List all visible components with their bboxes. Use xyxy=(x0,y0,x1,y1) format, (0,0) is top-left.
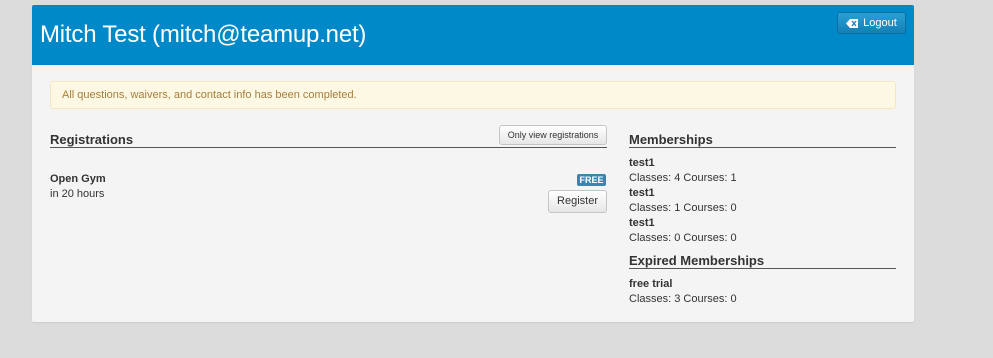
expired-membership-detail: Classes: 3 Courses: 0 xyxy=(629,293,737,305)
registration-time: in 20 hours xyxy=(50,188,105,200)
membership-name: test1 xyxy=(629,157,655,169)
registrations-divider xyxy=(50,147,607,148)
membership-name: test1 xyxy=(629,217,655,229)
membership-detail: Classes: 4 Courses: 1 xyxy=(629,172,737,184)
backspace-x-icon xyxy=(846,18,859,28)
expired-membership-name: free trial xyxy=(629,278,673,290)
completion-notice: All questions, waivers, and contact info… xyxy=(50,81,896,109)
membership-name: test1 xyxy=(629,187,655,199)
registration-name: Open Gym xyxy=(50,173,106,185)
account-header: Mitch Test (mitch@teamup.net) Logout xyxy=(32,5,914,65)
page-title: Mitch Test (mitch@teamup.net) xyxy=(40,21,367,48)
memberships-divider xyxy=(629,147,896,148)
logout-label: Logout xyxy=(863,17,897,29)
registrations-title: Registrations xyxy=(50,132,134,147)
memberships-title: Memberships xyxy=(629,132,713,147)
only-view-registrations-button[interactable]: Only view registrations xyxy=(499,125,607,145)
logout-button[interactable]: Logout xyxy=(837,12,906,34)
free-badge: FREE xyxy=(577,174,606,186)
account-panel: Mitch Test (mitch@teamup.net) Logout All… xyxy=(32,5,914,322)
register-button[interactable]: Register xyxy=(548,190,607,213)
expired-memberships-divider xyxy=(629,268,896,269)
expired-memberships-title: Expired Memberships xyxy=(629,253,765,268)
membership-detail: Classes: 1 Courses: 0 xyxy=(629,202,737,214)
membership-detail: Classes: 0 Courses: 0 xyxy=(629,232,737,244)
